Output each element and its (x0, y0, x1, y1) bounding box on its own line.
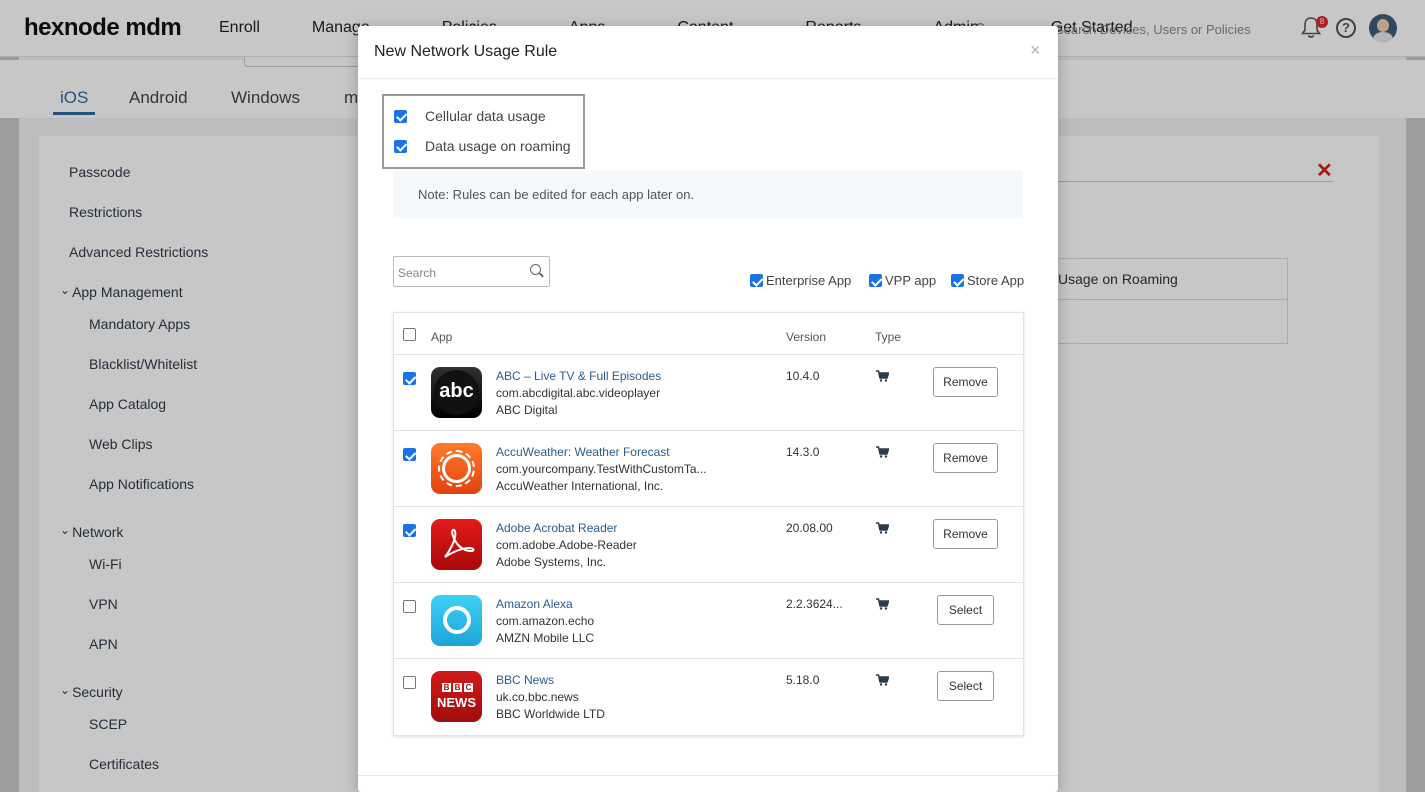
row-checkbox[interactable] (403, 524, 416, 537)
roaming-data-checkbox[interactable] (394, 139, 407, 153)
column-header-version: Version (786, 330, 827, 344)
roaming-data-label: Data usage on roaming (425, 138, 571, 154)
cart-icon (876, 598, 889, 610)
vpp-app-label: VPP app (885, 273, 937, 288)
close-icon[interactable]: × (1030, 40, 1041, 61)
adobe-acrobat-app-icon (431, 519, 482, 570)
row-checkbox[interactable] (403, 600, 416, 613)
vpp-app-checkbox[interactable] (869, 274, 882, 287)
cart-icon (876, 370, 889, 382)
select-button[interactable]: Select (937, 595, 994, 625)
app-version: 10.4.0 (786, 369, 820, 383)
search-icon[interactable] (530, 264, 541, 275)
enterprise-app-checkbox[interactable] (750, 274, 763, 287)
acrobat-swirl-icon (444, 528, 475, 558)
cart-icon (876, 522, 889, 534)
app-name: ABC – Live TV & Full Episodes (496, 369, 662, 383)
bbc-block-letter: B (442, 683, 451, 692)
cellular-data-label: Cellular data usage (425, 108, 546, 124)
accuweather-app-icon (431, 443, 482, 494)
cart-icon (876, 446, 889, 458)
option-cellular-data-usage[interactable]: Cellular data usage (394, 108, 546, 124)
app-name: Adobe Acrobat Reader (496, 521, 618, 535)
column-header-type: Type (875, 330, 902, 344)
app-vendor: AMZN Mobile LLC (496, 631, 595, 645)
app-version: 2.2.3624... (786, 597, 843, 611)
remove-button[interactable]: Remove (933, 367, 998, 397)
note-text: Note: Rules can be edited for each app l… (418, 187, 695, 202)
filter-vpp-app[interactable]: VPP app (869, 273, 936, 288)
app-version: 5.18.0 (786, 673, 820, 687)
app-vendor: ABC Digital (496, 403, 558, 417)
cart-icon (876, 674, 889, 686)
app-vendor: Adobe Systems, Inc. (496, 555, 607, 569)
table-row: AccuWeather: Weather Forecast com.yourco… (394, 430, 1023, 506)
enterprise-app-label: Enterprise App (766, 273, 852, 288)
usage-options-group: Cellular data usage Data usage on roamin… (382, 94, 585, 169)
app-search-input[interactable]: Search (393, 256, 550, 287)
app-search-placeholder: Search (398, 266, 437, 280)
app-vendor: AccuWeather International, Inc. (496, 479, 664, 493)
filter-enterprise-app[interactable]: Enterprise App (750, 273, 851, 288)
remove-button[interactable]: Remove (933, 519, 998, 549)
bbc-block-letter: C (464, 683, 473, 692)
select-all-checkbox[interactable] (403, 328, 416, 341)
app-bundle-id: com.adobe.Adobe-Reader (496, 538, 637, 552)
modal-header: New Network Usage Rule × (358, 26, 1058, 79)
column-header-app: App (431, 330, 453, 344)
select-button[interactable]: Select (937, 671, 994, 701)
app-bundle-id: com.amazon.echo (496, 614, 595, 628)
new-network-usage-rule-dialog: New Network Usage Rule × Cellular data u… (358, 26, 1058, 792)
table-row: B B C NEWS BBC News uk.co.bbc.news BBC W… (394, 658, 1023, 734)
option-data-usage-roaming[interactable]: Data usage on roaming (394, 138, 571, 154)
row-checkbox[interactable] (403, 676, 416, 689)
store-app-checkbox[interactable] (951, 274, 964, 287)
app-version: 20.08.00 (786, 521, 833, 535)
app-version: 14.3.0 (786, 445, 820, 459)
abc-icon-text: abc (439, 380, 474, 402)
app-name: AccuWeather: Weather Forecast (496, 445, 670, 459)
app-bundle-id: com.yourcompany.TestWithCustomTa... (496, 462, 707, 476)
app-bundle-id: uk.co.bbc.news (496, 690, 579, 704)
app-name: BBC News (496, 673, 555, 687)
app-vendor: BBC Worldwide LTD (496, 707, 605, 721)
table-row: Amazon Alexa com.amazon.echo AMZN Mobile… (394, 582, 1023, 658)
row-checkbox[interactable] (403, 372, 416, 385)
amazon-alexa-app-icon (431, 595, 482, 646)
modal-footer-divider (358, 775, 1058, 776)
app-bundle-id: com.abcdigital.abc.videoplayer (496, 386, 661, 400)
table-row: Adobe Acrobat Reader com.adobe.Adobe-Rea… (394, 506, 1023, 582)
remove-button[interactable]: Remove (933, 443, 998, 473)
bbc-news-app-icon: B B C NEWS (431, 671, 482, 722)
apps-table: App Version Type abc ABC – Live TV & Ful… (393, 312, 1024, 736)
app-name: Amazon Alexa (496, 597, 573, 611)
table-row: abc ABC – Live TV & Full Episodes com.ab… (394, 354, 1023, 430)
filter-store-app[interactable]: Store App (951, 273, 1024, 288)
modal-title: New Network Usage Rule (374, 43, 558, 60)
info-note: Note: Rules can be edited for each app l… (393, 171, 1023, 218)
bbc-news-icon-text: NEWS (437, 695, 476, 710)
cellular-data-checkbox[interactable] (394, 109, 407, 123)
abc-app-icon: abc (431, 367, 482, 418)
bbc-block-letter: B (453, 683, 462, 692)
row-checkbox[interactable] (403, 448, 416, 461)
store-app-label: Store App (967, 273, 1025, 288)
